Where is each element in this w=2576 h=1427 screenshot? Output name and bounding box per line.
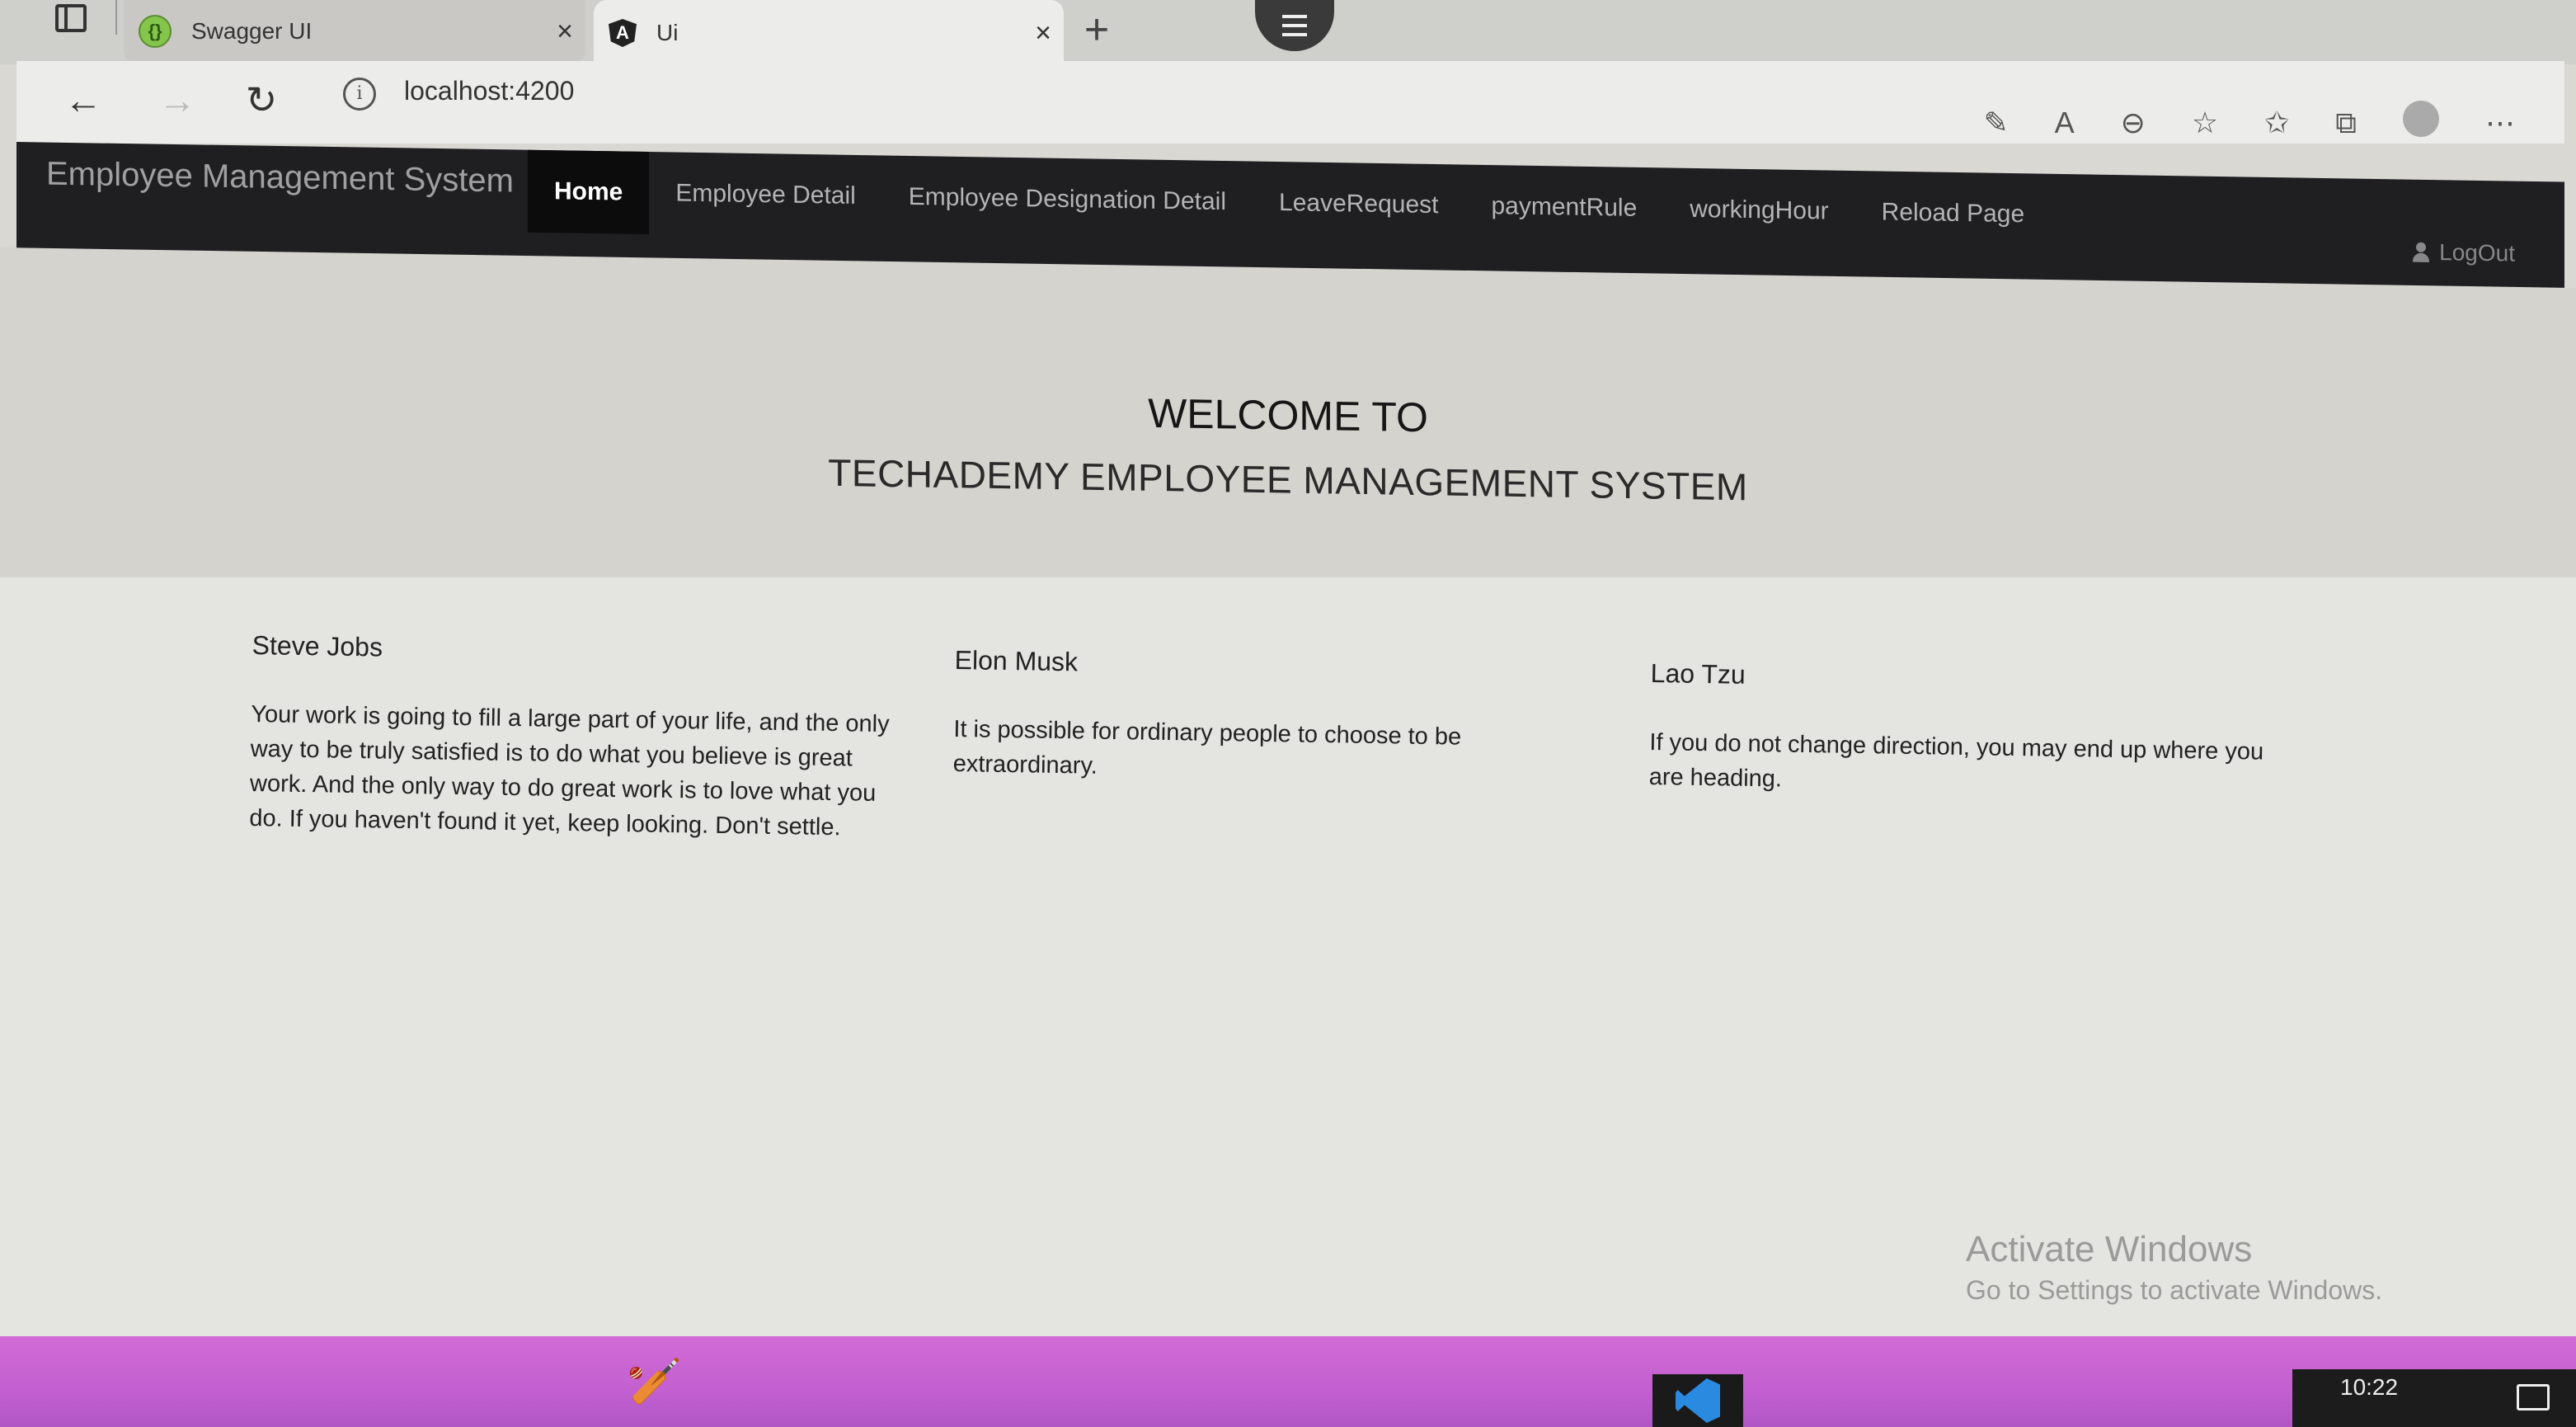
tab-title: Ui: [656, 20, 679, 45]
close-icon[interactable]: ×: [1022, 17, 1064, 49]
angular-icon: A: [609, 19, 637, 47]
site-info-icon[interactable]: i: [343, 78, 376, 111]
tab-divider: [115, 0, 117, 35]
system-tray: 10:22: [2292, 1369, 2576, 1427]
read-aloud-icon[interactable]: A: [2055, 106, 2075, 141]
nav-employee-detail[interactable]: Employee Detail: [649, 152, 881, 238]
notification-icon[interactable]: [2517, 1384, 2550, 1411]
logout-link[interactable]: LogOut: [2411, 239, 2515, 267]
quote-card: Steve Jobs Your work is going to fill a …: [249, 630, 895, 845]
menu-icon: [1282, 15, 1307, 36]
watermark-title: Activate Windows: [1966, 1229, 2253, 1269]
browser-tab-swagger[interactable]: {} Swagger UI ×: [124, 0, 585, 63]
quote-author: Steve Jobs: [251, 630, 383, 662]
profile-avatar[interactable]: [2403, 101, 2439, 137]
nav-home[interactable]: Home: [528, 149, 650, 235]
new-tab-button[interactable]: +: [1072, 7, 1121, 56]
sidebar-icon: [55, 4, 87, 32]
address-bar-row: ← → ↻ i localhost:4200 ✎ A ⊖ ☆ ✩ ⧉ ⋯: [16, 61, 2564, 144]
url-field[interactable]: localhost:4200: [404, 76, 574, 106]
back-button[interactable]: ←: [54, 71, 112, 129]
app-brand[interactable]: Employee Management System: [46, 156, 514, 200]
logout-label: LogOut: [2439, 239, 2515, 266]
zoom-out-icon[interactable]: ⊖: [2121, 106, 2146, 141]
quote-card: Lao Tzu If you do not change direction, …: [1648, 658, 2293, 804]
nav-links: Home Employee Detail Employee Designatio…: [528, 149, 2051, 257]
quote-text: If you do not change direction, you may …: [1648, 728, 2264, 793]
vscode-icon: [1676, 1378, 1720, 1423]
quote-text: It is possible for ordinary people to ch…: [952, 715, 1462, 779]
quote-text: Your work is going to fill a large part …: [249, 700, 890, 841]
quotes-section: Steve Jobs Your work is going to fill a …: [0, 577, 2576, 1336]
quote-author: Elon Musk: [954, 645, 1079, 677]
quote-author: Lao Tzu: [1650, 658, 1746, 690]
nav-payment-rule[interactable]: paymentRule: [1465, 165, 1664, 251]
favorites-icon[interactable]: ✩: [2264, 106, 2289, 141]
cricket-app-icon[interactable]: 🏏: [627, 1356, 726, 1422]
user-icon: [2411, 243, 2431, 262]
quote-card: Elon Musk It is possible for ordinary pe…: [952, 645, 1597, 791]
taskbar: 🏏 10:22: [0, 1336, 2576, 1427]
activate-windows-watermark: Activate Windows Go to Settings to activ…: [1966, 1229, 2382, 1306]
nav-reload-page[interactable]: Reload Page: [1855, 171, 2051, 257]
welcome-jumbotron: WELCOME TO TECHADEMY EMPLOYEE MANAGEMENT…: [0, 247, 2576, 635]
add-favorite-icon[interactable]: ☆: [2192, 106, 2218, 141]
swagger-icon: {}: [139, 15, 172, 48]
nav-working-hour[interactable]: workingHour: [1663, 167, 1854, 253]
forward-button[interactable]: →: [148, 71, 206, 129]
tab-title: Swagger UI: [191, 18, 313, 44]
screen-notch: [1255, 0, 1334, 51]
browser-tabstrip: {} Swagger UI × A Ui × +: [0, 0, 2576, 66]
close-icon[interactable]: ×: [544, 16, 585, 48]
browser-toolbar: ✎ A ⊖ ☆ ✩ ⧉ ⋯: [1983, 101, 2515, 141]
more-icon[interactable]: ⋯: [2485, 106, 2515, 141]
nav-employee-designation-detail[interactable]: Employee Designation Detail: [882, 155, 1253, 243]
nav-leave-request[interactable]: LeaveRequest: [1253, 162, 1464, 247]
collections-icon[interactable]: ⧉: [2335, 106, 2357, 141]
reload-button[interactable]: ↻: [233, 71, 290, 129]
watermark-subtitle: Go to Settings to activate Windows.: [1966, 1275, 2383, 1305]
tab-actions-button[interactable]: [46, 0, 96, 36]
taskbar-clock[interactable]: 10:22: [2340, 1374, 2398, 1401]
vscode-taskbar-button[interactable]: [1652, 1374, 1743, 1427]
browser-tab-ui[interactable]: A Ui ×: [594, 0, 1064, 66]
pen-icon[interactable]: ✎: [1983, 106, 2008, 141]
